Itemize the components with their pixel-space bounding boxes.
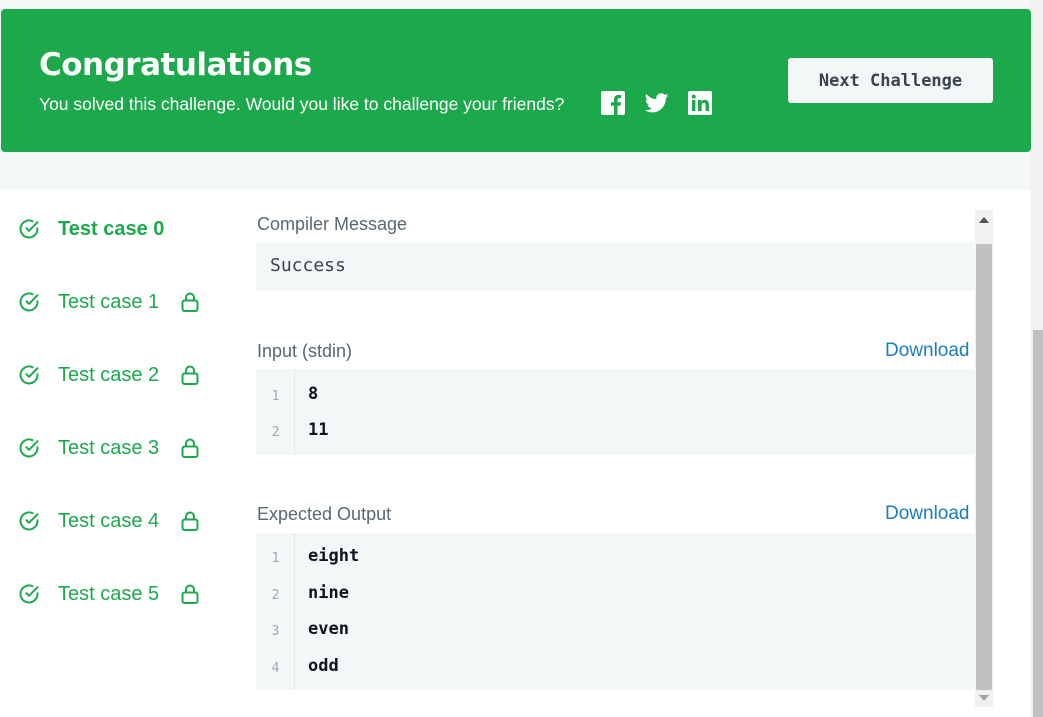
panel-scrollbar[interactable] <box>975 210 993 707</box>
line-number: 4 <box>271 661 280 676</box>
scroll-down-arrow-icon[interactable] <box>979 695 989 701</box>
code-line: 2 nine <box>256 583 974 607</box>
test-case-label: Test case 4 <box>58 509 160 532</box>
expected-output-label: Expected Output <box>257 504 392 524</box>
line-text: eight <box>308 546 360 566</box>
check-circle-icon <box>19 219 39 239</box>
banner-subtitle: You solved this challenge. Would you lik… <box>39 94 565 114</box>
test-case-label: Test case 5 <box>58 582 160 605</box>
test-case-label: Test case 1 <box>58 290 160 313</box>
check-circle-icon <box>19 292 39 312</box>
line-text: 11 <box>308 420 329 440</box>
page-scrollbar[interactable] <box>1031 0 1043 717</box>
output-code-box: 1 eight 2 nine 3 even 4 odd <box>256 533 974 690</box>
lock-icon <box>180 437 200 459</box>
input-download-link[interactable]: Download <box>885 340 970 362</box>
test-case-item[interactable]: Test case 2 <box>18 360 199 390</box>
output-download-link[interactable]: Download <box>885 503 970 525</box>
code-line: 2 11 <box>256 420 974 444</box>
test-case-item[interactable]: Test case 1 <box>18 287 199 317</box>
congratulations-banner: Congratulations You solved this challeng… <box>1 9 1031 152</box>
scrollbar-thumb[interactable] <box>976 244 992 690</box>
lock-icon <box>180 364 200 386</box>
line-number: 2 <box>271 588 280 603</box>
code-line: 4 odd <box>256 656 974 680</box>
compiler-message-text: Success <box>270 255 346 276</box>
twitter-icon[interactable] <box>645 91 669 115</box>
input-label: Input (stdin) <box>257 341 353 361</box>
test-case-item[interactable]: Test case 0 <box>18 214 164 244</box>
check-circle-icon <box>19 438 39 458</box>
line-number: 3 <box>271 624 280 639</box>
test-case-label: Test case 2 <box>58 363 160 386</box>
check-circle-icon <box>19 365 39 385</box>
lock-icon <box>180 510 200 532</box>
line-text: odd <box>308 656 339 676</box>
next-challenge-button[interactable]: Next Challenge <box>788 58 993 103</box>
test-case-item[interactable]: Test case 4 <box>18 506 199 536</box>
results-panel: Test case 0 Test case 1 Test case 2 Test… <box>0 190 1031 717</box>
scroll-up-arrow-icon[interactable] <box>979 217 989 223</box>
banner-title: Congratulations <box>39 47 312 83</box>
page-scrollbar-thumb[interactable] <box>1033 330 1043 717</box>
line-text: even <box>308 619 349 639</box>
test-case-label: Test case 0 <box>58 217 165 240</box>
linkedin-icon[interactable] <box>688 91 712 115</box>
input-code-box: 1 8 2 11 <box>256 369 974 455</box>
test-case-item[interactable]: Test case 3 <box>18 433 199 463</box>
lock-icon <box>180 583 200 605</box>
check-circle-icon <box>19 584 39 604</box>
lock-icon <box>180 291 200 313</box>
code-line: 3 even <box>256 619 974 643</box>
code-line: 1 eight <box>256 546 974 570</box>
compiler-message-label: Compiler Message <box>257 214 408 234</box>
line-number: 2 <box>271 425 280 440</box>
line-number: 1 <box>271 551 280 566</box>
check-circle-icon <box>19 511 39 531</box>
line-text: nine <box>308 583 349 603</box>
line-number: 1 <box>271 389 280 404</box>
code-line: 1 8 <box>256 384 974 408</box>
facebook-icon[interactable] <box>601 91 625 115</box>
compiler-message-box: Success <box>256 242 974 291</box>
test-case-item[interactable]: Test case 5 <box>18 579 199 609</box>
line-text: 8 <box>308 384 319 404</box>
test-case-label: Test case 3 <box>58 436 160 459</box>
